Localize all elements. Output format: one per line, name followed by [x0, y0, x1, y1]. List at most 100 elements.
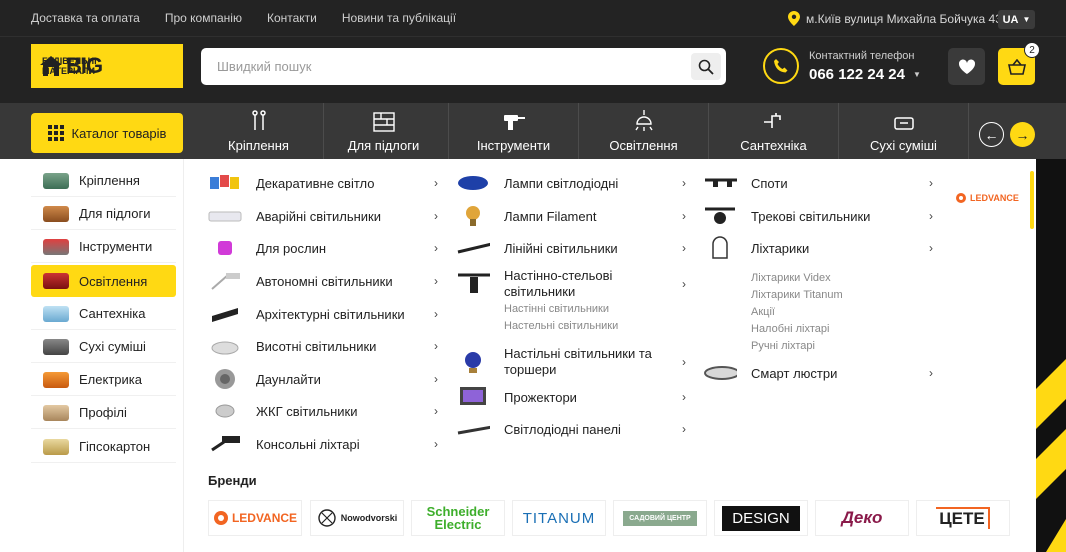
chevron-right-icon: › — [682, 241, 686, 255]
menu-item-label: Даунлайти — [256, 371, 321, 387]
sidebar-item-drywall[interactable]: Гіпсокартон — [31, 431, 176, 463]
menu-item-label: Настінно-стельові світильники — [504, 268, 612, 300]
menu-item[interactable]: ЖКГ світильники › — [208, 396, 438, 426]
lamp-icon — [634, 110, 653, 131]
menu-item[interactable]: Висотні світильники › — [208, 331, 438, 361]
brand-titanum[interactable]: TITANUM — [512, 500, 606, 536]
architectural-light-icon — [208, 303, 242, 325]
brand-schneider[interactable]: Schneider Electric — [411, 500, 505, 536]
menu-item-label: Аварійні світильники — [256, 208, 381, 224]
flooring-icon — [43, 205, 69, 222]
ledvance-side-logo[interactable]: LEDVANCE — [955, 192, 1019, 204]
floodlight-icon — [456, 386, 490, 408]
brand-tsete[interactable]: ЦЕТЕ — [916, 500, 1010, 536]
nav-label: Освітлення — [609, 138, 678, 153]
cart-button[interactable]: 2 — [998, 42, 1040, 85]
chevron-right-icon: › — [682, 355, 686, 369]
filament-bulb-icon — [456, 205, 490, 227]
link-about[interactable]: Про компанію — [165, 11, 242, 25]
nav-item-flooring[interactable]: Для підлоги — [319, 103, 449, 159]
menu-item[interactable]: Трекові світильники › — [703, 201, 933, 231]
menu-item[interactable]: Лампи Filament › — [456, 201, 686, 231]
spot-light-icon — [703, 172, 737, 194]
brand-design[interactable]: DESIGN — [714, 500, 808, 536]
nav-item-tools[interactable]: Інструменти — [449, 103, 579, 159]
menu-item[interactable]: Споти › — [703, 168, 933, 198]
menu-item[interactable]: Світлодіодні панелі › — [456, 414, 686, 444]
brand-label: LEDVANCE — [231, 511, 298, 525]
submenu-link[interactable]: Налобні ліхтарі — [751, 323, 829, 335]
language-value: UA — [1002, 13, 1019, 26]
menu-item[interactable]: Аварійні світильники › — [208, 201, 438, 231]
menu-item[interactable]: Лінійні світильники › — [456, 233, 686, 263]
menu-item[interactable]: Смарт люстри › — [703, 358, 933, 388]
catalog-button[interactable]: Каталог товарів — [31, 113, 183, 153]
brand-garden-center[interactable]: САДОВИЙ ЦЕНТР — [613, 500, 707, 536]
nav-item-lighting[interactable]: Освітлення — [579, 103, 709, 159]
menu-item[interactable]: Настільні світильники та торшери › — [456, 345, 686, 379]
link-delivery[interactable]: Доставка та оплата — [31, 11, 140, 25]
table-lamp-icon — [456, 351, 490, 373]
address[interactable]: м.Київ вулиця Михайла Бойчука 43 — [788, 11, 1002, 26]
sidebar-item-plumbing[interactable]: Сантехніка — [31, 298, 176, 330]
background-decoration — [1036, 159, 1066, 552]
brand-label: САДОВИЙ ЦЕНТР — [623, 510, 697, 526]
phone-number[interactable]: 066 122 24 24 ▼ — [809, 66, 921, 83]
sidebar-item-label: Профілі — [79, 405, 127, 420]
nav-prev-button[interactable]: ← — [979, 122, 1004, 147]
nav-item-fasteners[interactable]: Кріплення — [194, 103, 324, 159]
chevron-right-icon: › — [929, 241, 933, 255]
menu-item[interactable]: Ліхтарики › — [703, 233, 933, 263]
nav-next-button[interactable]: → — [1010, 122, 1035, 147]
menu-item[interactable]: Архітектурні світильники › — [208, 299, 438, 329]
brand-nowodvorski[interactable]: Nowodvorski — [310, 500, 404, 536]
menu-item[interactable]: Лампи світлодіодні › — [456, 168, 686, 198]
submenu-link[interactable]: Ліхтарики Titanum — [751, 289, 843, 301]
link-contacts[interactable]: Контакти — [267, 11, 317, 25]
menu-item[interactable]: Консольні ліхтарі › — [208, 429, 438, 459]
sidebar-item-flooring[interactable]: Для підлоги — [31, 198, 176, 230]
nav-item-dry-mixes[interactable]: Сухі суміші — [839, 103, 969, 159]
sidebar-item-profiles[interactable]: Профілі — [31, 397, 176, 429]
menu-item-label: Для рослин — [256, 240, 327, 256]
brand-ledvance[interactable]: LEDVANCE — [208, 500, 302, 536]
nowodvorski-logo-icon — [318, 509, 336, 527]
search-input[interactable] — [201, 48, 671, 85]
sidebar-item-tools[interactable]: Інструменти — [31, 231, 176, 263]
menu-item[interactable]: Прожектори › — [456, 382, 686, 412]
logo[interactable]: BIG БУДІВЕЛЬНІ МАТЕРІАЛИ — [31, 44, 183, 88]
nav-label: Інструменти — [476, 138, 551, 153]
menu-item[interactable]: Для рослин › — [208, 233, 438, 263]
sidebar-item-label: Електрика — [79, 372, 142, 387]
sidebar-item-label: Сантехніка — [79, 306, 146, 321]
menu-item[interactable]: Декаративне світло › — [208, 168, 438, 198]
nav-item-plumbing[interactable]: Сантехніка — [709, 103, 839, 159]
link-news[interactable]: Новини та публікації — [342, 11, 456, 25]
submenu-link[interactable]: Настінні світильники — [504, 303, 609, 315]
chevron-right-icon: › — [682, 422, 686, 436]
search-button[interactable] — [691, 53, 721, 80]
chevron-right-icon: › — [682, 277, 686, 291]
submenu-link[interactable]: Ручні ліхтарі — [751, 340, 815, 352]
brand-deko[interactable]: Деко — [815, 500, 909, 536]
phone-button[interactable] — [763, 48, 799, 84]
submenu-link[interactable]: Ліхтарики Videx — [751, 272, 831, 284]
drywall-icon — [43, 438, 69, 455]
favorites-button[interactable] — [948, 48, 985, 85]
led-bulb-icon — [456, 172, 490, 194]
submenu-link[interactable]: Настельні світильники — [504, 320, 618, 332]
sidebar-item-fasteners[interactable]: Кріплення — [31, 165, 176, 197]
sidebar-item-lighting[interactable]: Освітлення — [31, 265, 176, 297]
menu-item[interactable]: Автономні світильники › — [208, 266, 438, 296]
language-select[interactable]: UA ▼ — [998, 10, 1035, 29]
chevron-right-icon: › — [434, 209, 438, 223]
menu-item[interactable]: Настінно-стельові світильники › — [456, 267, 686, 301]
sidebar-item-dry-mixes[interactable]: Сухі суміші — [31, 331, 176, 363]
submenu-link[interactable]: Акції — [751, 306, 775, 318]
logo-sub-line-1: БУДІВЕЛЬНІ — [42, 56, 97, 66]
scrollbar-thumb[interactable] — [1030, 171, 1034, 229]
sidebar-item-electrics[interactable]: Електрика — [31, 364, 176, 396]
bolt-icon — [251, 110, 266, 130]
menu-item[interactable]: Даунлайти › — [208, 364, 438, 394]
chevron-right-icon: › — [929, 176, 933, 190]
